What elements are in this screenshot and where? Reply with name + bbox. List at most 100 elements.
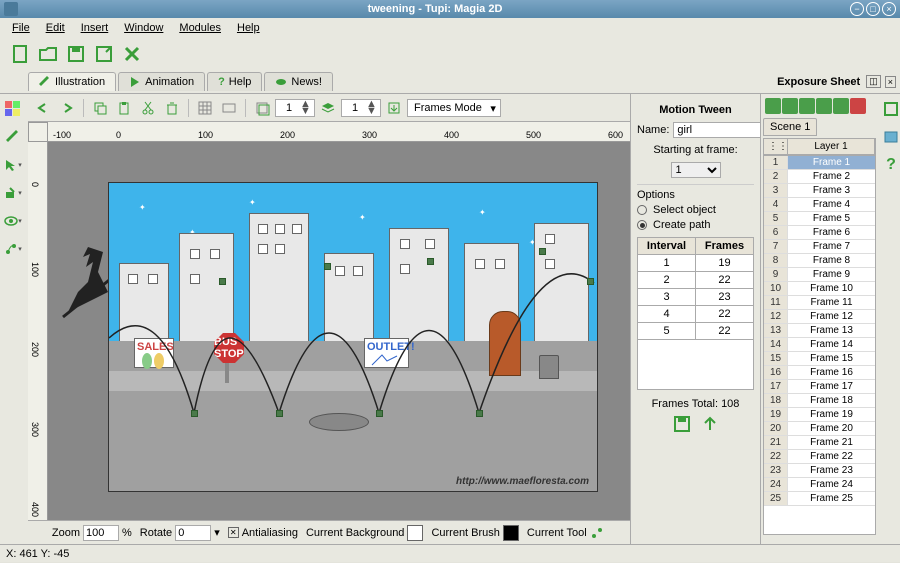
grid-button[interactable] [194,97,216,119]
frame-row[interactable]: 7Frame 7 [764,240,875,254]
frame-row[interactable]: 15Frame 15 [764,352,875,366]
fill-tool[interactable]: ▾ [2,182,24,204]
path-handle[interactable] [324,263,331,270]
menu-insert[interactable]: Insert [73,20,117,36]
path-handle[interactable] [587,278,594,285]
library-button[interactable] [880,98,900,120]
close-button-tb[interactable] [120,42,144,66]
view-tool[interactable]: ▾ [2,210,24,232]
frames-mode-select[interactable]: Frames Mode [407,99,501,117]
canvas-viewport[interactable]: -100 0 100 200 300 400 500 600 0 100 200… [28,122,630,520]
table-row[interactable]: 323 [638,289,754,306]
canvas-area[interactable]: ✦✦ ✦✦ ✦✦ ✦✦ ✦✦ ✦✦ [48,142,630,520]
tab-animation[interactable]: Animation [118,72,205,91]
onion-next-spinner[interactable]: ▲▼ [341,99,381,117]
menu-file[interactable]: File [4,20,38,36]
cut-button[interactable] [137,97,159,119]
table-row[interactable]: 222 [638,272,754,289]
safe-area-button[interactable] [218,97,240,119]
frame-row[interactable]: 25Frame 25 [764,492,875,506]
option-create-path[interactable]: Create path [637,219,754,231]
frame-row[interactable]: 13Frame 13 [764,324,875,338]
path-handle[interactable] [476,410,483,417]
frame-row[interactable]: 3Frame 3 [764,184,875,198]
brush-swatch[interactable] [503,525,519,541]
panel-close-button[interactable]: × [885,76,896,88]
menu-help[interactable]: Help [229,20,268,36]
panel-undock-button[interactable]: ◫ [866,75,881,88]
path-handle[interactable] [539,248,546,255]
path-handle[interactable] [276,410,283,417]
frame-row[interactable]: 5Frame 5 [764,212,875,226]
move-down-button[interactable] [816,98,832,114]
rotate-input[interactable] [175,525,211,541]
undo-button[interactable] [32,97,54,119]
scene-tab[interactable]: Scene 1 [763,118,817,136]
frame-row[interactable]: 18Frame 18 [764,394,875,408]
frame-row[interactable]: 19Frame 19 [764,408,875,422]
frame-row[interactable]: 8Frame 8 [764,254,875,268]
path-handle[interactable] [219,278,226,285]
tab-news[interactable]: News! [264,72,333,91]
frame-row[interactable]: 14Frame 14 [764,338,875,352]
apply-tween-button[interactable] [700,414,720,434]
path-handle[interactable] [191,410,198,417]
table-row[interactable]: 522 [638,323,754,340]
menu-edit[interactable]: Edit [38,20,73,36]
frame-row[interactable]: 20Frame 20 [764,422,875,436]
frame-row[interactable]: 12Frame 12 [764,310,875,324]
layer-actions-icon[interactable]: ⋮⋮ [764,139,788,154]
table-row[interactable]: 119 [638,255,754,272]
select-tool[interactable]: ▾ [2,154,24,176]
minimize-button[interactable]: − [850,2,864,16]
tab-help[interactable]: ? Help [207,72,262,91]
onionskin-icon[interactable] [251,97,273,119]
option-select-object[interactable]: Select object [637,204,754,216]
remove-frame-button[interactable] [782,98,798,114]
canvas-scene[interactable]: ✦✦ ✦✦ ✦✦ ✦✦ ✦✦ ✦✦ [108,182,598,492]
frame-row[interactable]: 17Frame 17 [764,380,875,394]
color-palette-button[interactable] [2,98,24,120]
menu-window[interactable]: Window [116,20,171,36]
delete-button[interactable] [161,97,183,119]
help-button[interactable]: ? [880,154,900,176]
frame-row[interactable]: 10Frame 10 [764,282,875,296]
layer-name[interactable]: Layer 1 [788,139,875,154]
copy-button[interactable] [89,97,111,119]
frame-row[interactable]: 1Frame 1 [764,156,875,170]
tween-tool[interactable]: ▾ [2,238,24,260]
save-button[interactable] [64,42,88,66]
frame-list[interactable]: 1Frame 12Frame 23Frame 34Frame 45Frame 5… [763,155,876,535]
scenes-button[interactable] [880,126,900,148]
delete-frame-button[interactable] [850,98,866,114]
move-up-button[interactable] [799,98,815,114]
menu-modules[interactable]: Modules [171,20,229,36]
onion-next-input[interactable] [344,102,366,114]
lock-button[interactable] [833,98,849,114]
tab-illustration[interactable]: Illustration [28,72,116,91]
path-handle[interactable] [427,258,434,265]
path-handle[interactable] [376,410,383,417]
save-tween-button[interactable] [672,414,692,434]
tween-start-select[interactable]: 1 [671,162,721,178]
frame-row[interactable]: 4Frame 4 [764,198,875,212]
onion-prev-spinner[interactable]: ▲▼ [275,99,315,117]
frame-row[interactable]: 2Frame 2 [764,170,875,184]
new-button[interactable] [8,42,32,66]
frame-row[interactable]: 23Frame 23 [764,464,875,478]
export-button[interactable] [383,97,405,119]
pen-tool[interactable] [2,126,24,148]
add-frame-button[interactable] [765,98,781,114]
frame-row[interactable]: 16Frame 16 [764,366,875,380]
frame-row[interactable]: 21Frame 21 [764,436,875,450]
onion-prev-input[interactable] [278,102,300,114]
table-row[interactable]: 422 [638,306,754,323]
frame-row[interactable]: 22Frame 22 [764,450,875,464]
frame-row[interactable]: 6Frame 6 [764,226,875,240]
maximize-button[interactable]: □ [866,2,880,16]
bg-swatch[interactable] [407,525,423,541]
close-button[interactable]: × [882,2,896,16]
frame-row[interactable]: 24Frame 24 [764,478,875,492]
open-button[interactable] [36,42,60,66]
antialiasing-checkbox[interactable]: ✕ [228,527,239,538]
